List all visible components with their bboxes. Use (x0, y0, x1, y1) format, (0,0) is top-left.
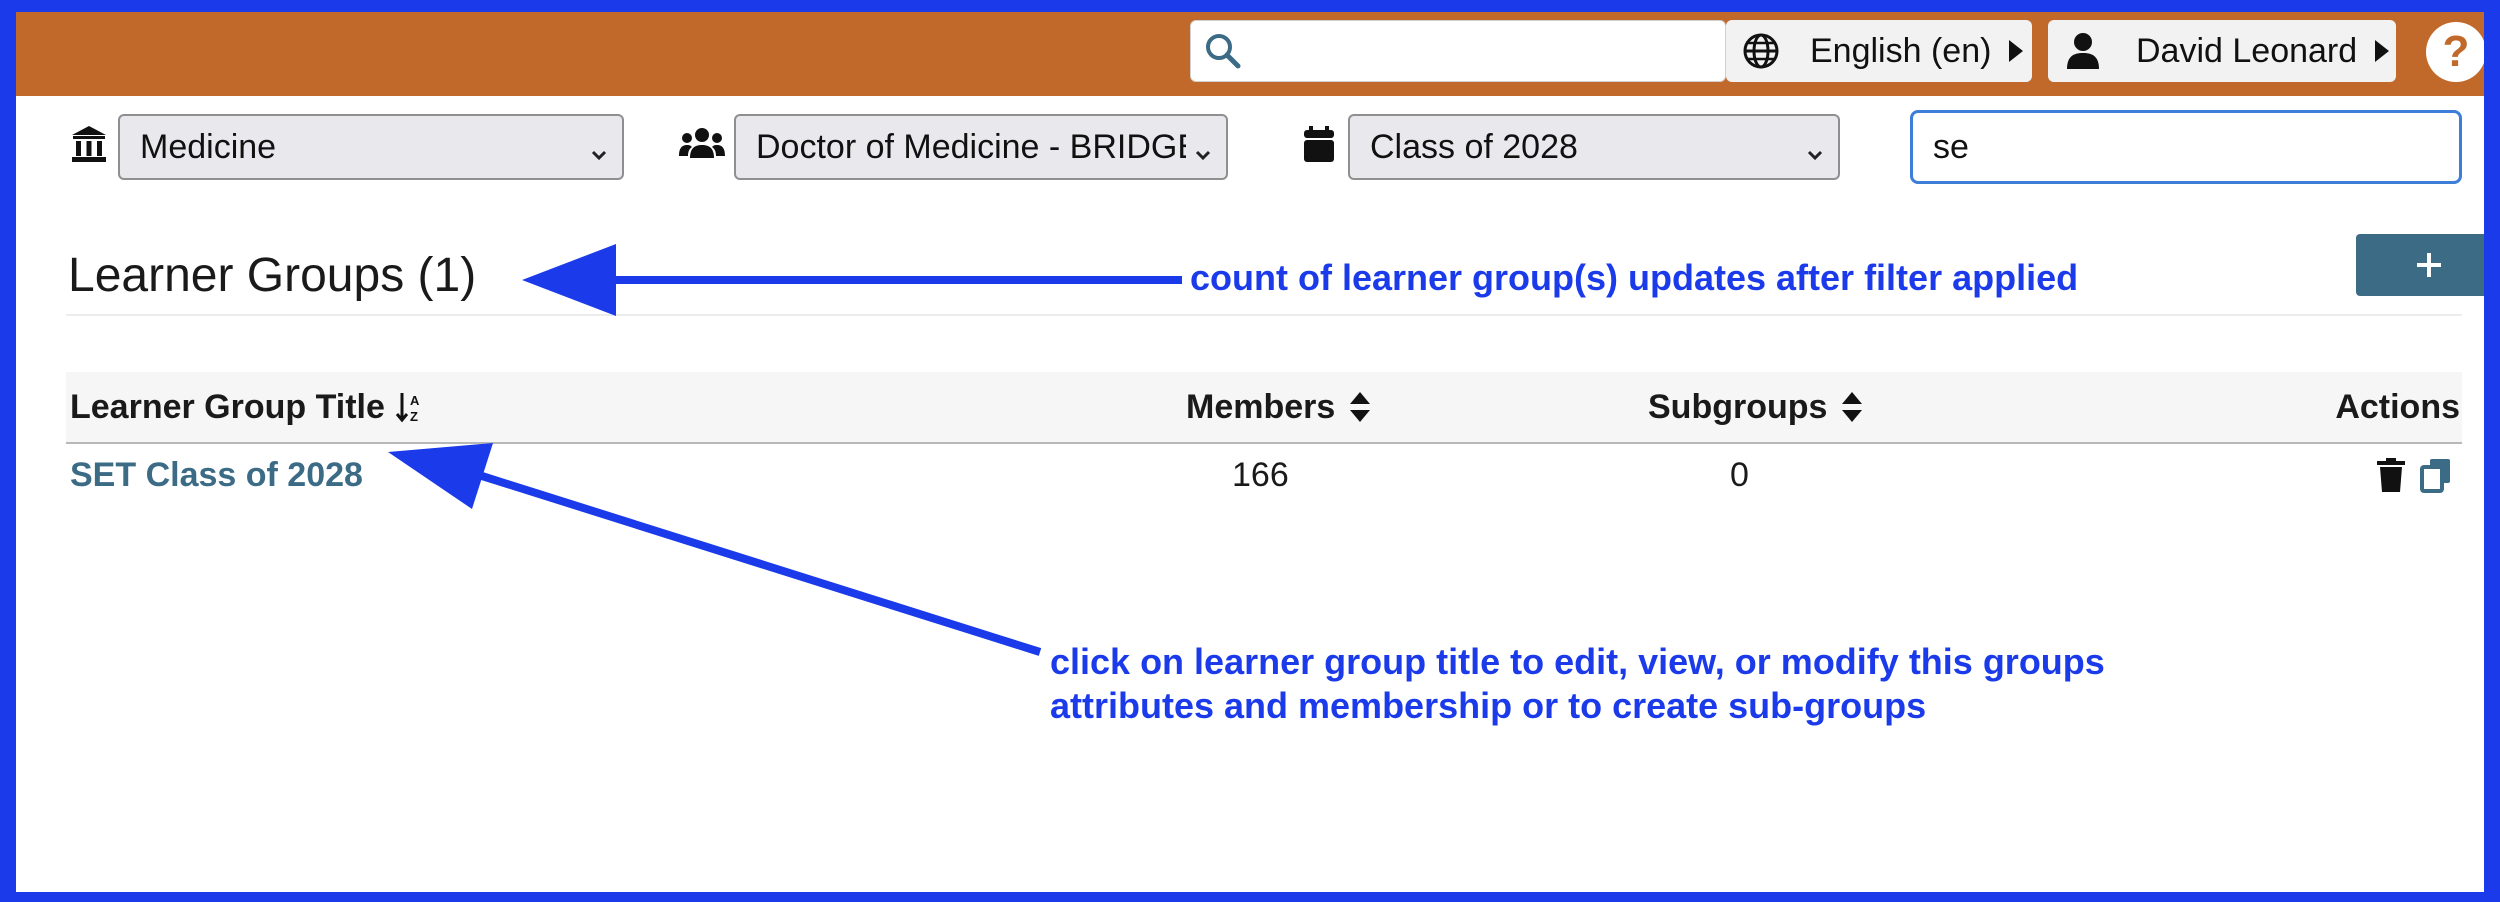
app-window: English (en) David Leonard ? Medicine Do… (16, 12, 2484, 892)
arrow-to-title-count (522, 244, 1182, 316)
arrow-to-group-link (388, 443, 1042, 656)
annotation-arrows (388, 244, 1182, 656)
